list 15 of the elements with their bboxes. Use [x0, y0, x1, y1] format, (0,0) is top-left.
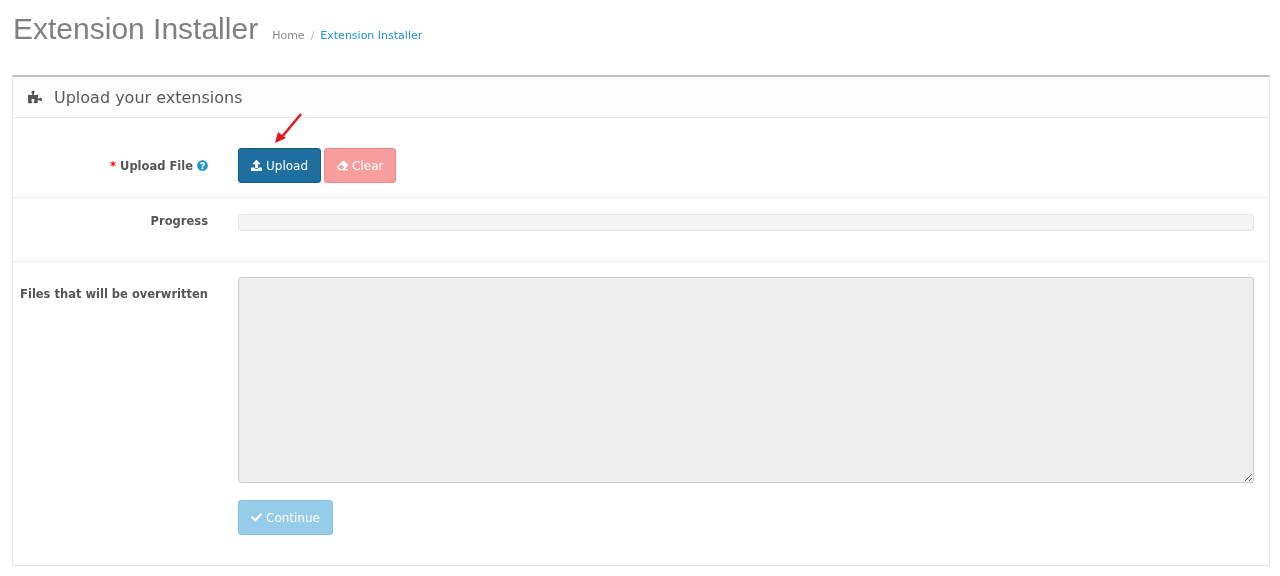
upload-button[interactable]: Upload [238, 148, 322, 183]
upload-icon [251, 160, 262, 171]
form-label: Progress [149, 214, 208, 228]
panel-title: Upload your extensions [54, 87, 243, 107]
page-title: Extension Installer [13, 12, 259, 46]
breadcrumb-link[interactable]: Home [272, 29, 305, 42]
eraser-icon [337, 160, 349, 171]
help-icon[interactable] [197, 160, 208, 171]
form-label: Files that will be overwritten [19, 286, 208, 301]
breadcrumb-link[interactable]: Extension Installer [320, 29, 423, 42]
annotation-arrow [274, 112, 304, 144]
form-label: * Upload File [110, 158, 193, 173]
check-icon [251, 512, 262, 523]
breadcrumb-separator: / [310, 29, 315, 42]
puzzle-icon [28, 90, 42, 104]
